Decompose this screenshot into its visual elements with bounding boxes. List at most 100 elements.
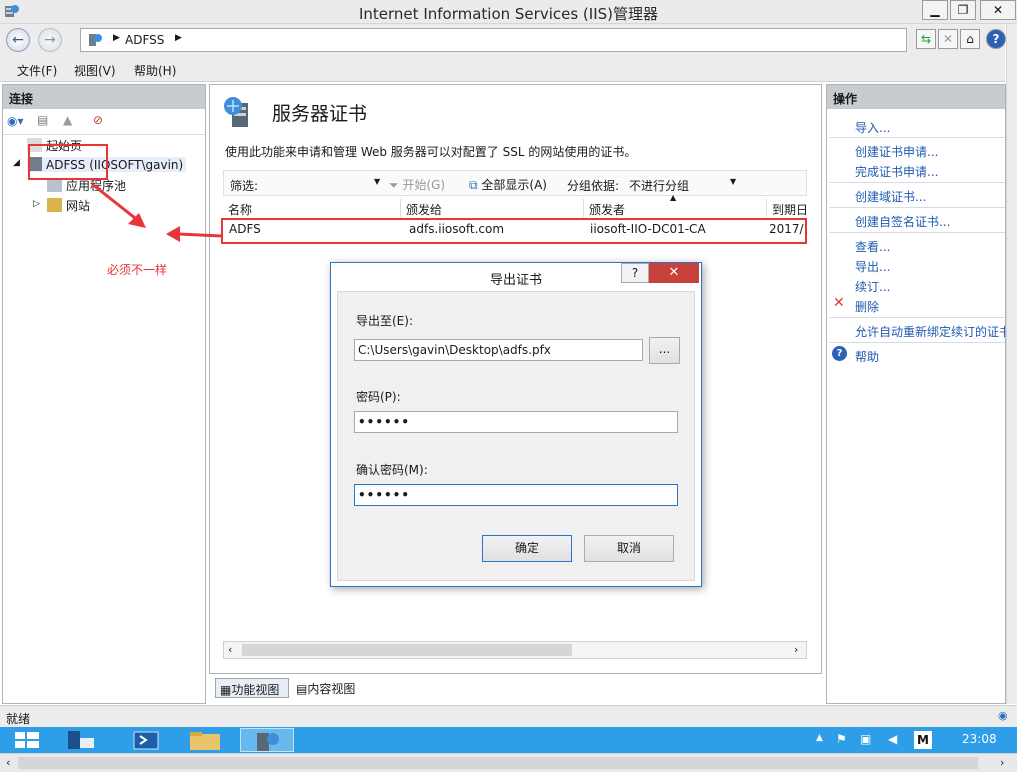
home-icon: ⌂ [966,32,974,46]
groupby-select[interactable]: 不进行分组 [629,177,689,194]
export-path-label: 导出至(E): [356,314,413,328]
maximize-button[interactable]: ❐ [950,0,976,20]
action-auto-rebind[interactable]: 允许自动重新绑定续订的证书 [855,323,1005,340]
action-complete-request[interactable]: 完成证书申请... [855,163,938,180]
separator [829,137,1005,138]
action-import[interactable]: 导入... [855,119,890,136]
scroll-right-icon[interactable]: › [794,643,798,656]
scroll-thumb[interactable] [18,757,978,769]
separator [829,182,1005,183]
connect-globe-icon[interactable]: ◉▾ [7,114,24,128]
app-pool-icon [47,178,62,192]
dialog-body: 导出至(E): C:\Users\gavin\Desktop\adfs.pfx … [337,291,695,581]
cell-issuer: iiosoft-IIO-DC01-CA [590,222,706,236]
save-icon[interactable]: ▤ [37,113,48,127]
back-button[interactable]: ← [6,28,30,52]
password-input[interactable]: •••••• [354,411,678,433]
powershell-icon [133,731,159,750]
taskbar-server-manager[interactable] [58,728,112,752]
tray-flag-icon[interactable]: ⚑ [836,732,847,746]
action-export[interactable]: 导出... [855,258,890,275]
tray-network-icon[interactable]: ▣ [860,732,871,746]
minimize-button[interactable]: ▁ [922,0,948,20]
tab-features-view[interactable]: ▦功能视图 [215,678,289,698]
tab-content-view[interactable]: ▤内容视图 [292,678,366,698]
action-create-request[interactable]: 创建证书申请... [855,143,938,160]
scroll-left-icon[interactable]: ‹ [228,643,232,656]
password-label: 密码(P): [356,390,401,404]
scroll-thumb[interactable] [242,644,572,656]
window-vertical-scrollbar[interactable] [1006,24,1017,704]
cancel-button[interactable]: 取消 [584,535,674,562]
menu-bar: 文件(F) 视图(V) 帮助(H) [0,58,1005,82]
tray-volume-icon[interactable]: ◀ [888,732,897,746]
clock[interactable]: 23:08 [962,732,997,746]
home-button[interactable]: ⌂ [960,29,980,49]
horizontal-scrollbar[interactable]: ‹ › [223,641,807,659]
tree-expand-icon[interactable]: ▷ [33,199,40,209]
screen-horizontal-scrollbar[interactable]: ‹ › [0,753,1017,772]
server-icon [89,34,102,46]
close-window-button[interactable]: ✕ [980,0,1016,20]
filter-label: 筛选: [230,179,259,193]
column-header-expires[interactable]: 到期日 [767,199,807,217]
server-certificates-icon [224,97,248,127]
tray-expand-icon[interactable]: ▲ [816,733,823,743]
actions-pane: 操作 导入... 创建证书申请... 完成证书申请... 创建域证书... 创建… [826,84,1006,704]
action-view[interactable]: 查看... [855,238,890,255]
scroll-left-icon[interactable]: ‹ [6,756,10,769]
funnel-icon: ⏷ [389,178,399,192]
separator [829,317,1005,318]
go-button[interactable]: ⏷ 开始(G) [389,176,445,193]
action-help[interactable]: 帮助 [855,348,879,365]
scroll-right-icon[interactable]: › [1000,756,1004,769]
start-button[interactable] [0,728,54,752]
menu-file[interactable]: 文件(F) [17,62,57,79]
filter-input[interactable] [264,174,382,192]
action-renew[interactable]: 续订... [855,278,890,295]
help-nav-button[interactable]: ? [986,29,1006,49]
column-header-issued-to[interactable]: 颁发给 [401,199,584,217]
certificate-row[interactable] [221,218,807,244]
ime-indicator[interactable]: M [914,731,932,749]
delete-icon: ✕ [833,295,845,311]
dialog-help-button[interactable]: ? [621,263,649,283]
taskbar-iis-manager[interactable] [240,728,294,752]
ok-button[interactable]: 确定 [482,535,572,562]
browse-button[interactable]: ... [649,337,680,364]
features-view-icon: ▦ [220,683,232,697]
taskbar-explorer[interactable] [178,728,232,752]
up-icon[interactable]: ▲ [63,113,72,127]
sites-folder-icon [47,198,62,212]
separator [829,342,1005,343]
dialog-close-button[interactable]: ✕ [649,263,699,283]
breadcrumb-adfss[interactable]: ADFSS [125,33,164,47]
disconnect-icon[interactable]: ⊘ [93,113,103,127]
action-create-self-signed[interactable]: 创建自签名证书... [855,213,950,230]
show-all-icon: ⧉ [469,178,478,192]
tree-collapse-icon[interactable]: ◢ [13,158,20,168]
refresh-button[interactable]: ⇆ [916,29,936,49]
address-bar[interactable]: ▶ ADFSS ▶ [80,28,907,52]
navigation-bar: ← → ▶ ADFSS ▶ ⇆ ✕ ⌂ ? [0,24,1006,58]
action-create-domain-cert[interactable]: 创建域证书... [855,188,926,205]
groupby-dropdown-icon[interactable]: ▼ [730,177,736,186]
actions-header: 操作 [827,85,1005,109]
forward-button[interactable]: → [38,28,62,52]
annotation-label: 必须不一样 [107,263,168,277]
stop-button[interactable]: ✕ [938,29,958,49]
export-path-input[interactable]: C:\Users\gavin\Desktop\adfs.pfx [354,339,643,361]
breadcrumb-chevron-icon[interactable]: ▶ [175,33,182,43]
groupby-label: 分组依据: [567,179,620,193]
column-header-name[interactable]: 名称 [223,199,401,217]
annotation-box [28,144,108,180]
show-all-button[interactable]: ⧉ 全部显示(A) [469,176,547,193]
tree-sites[interactable]: 网站 [47,197,90,214]
action-delete[interactable]: 删除 [855,298,879,315]
menu-view[interactable]: 视图(V) [74,62,116,79]
taskbar-powershell[interactable] [120,728,174,752]
filter-dropdown-icon[interactable]: ▼ [374,177,380,186]
confirm-password-input[interactable]: •••••• [354,484,678,506]
separator [829,207,1005,208]
menu-help[interactable]: 帮助(H) [134,62,176,79]
